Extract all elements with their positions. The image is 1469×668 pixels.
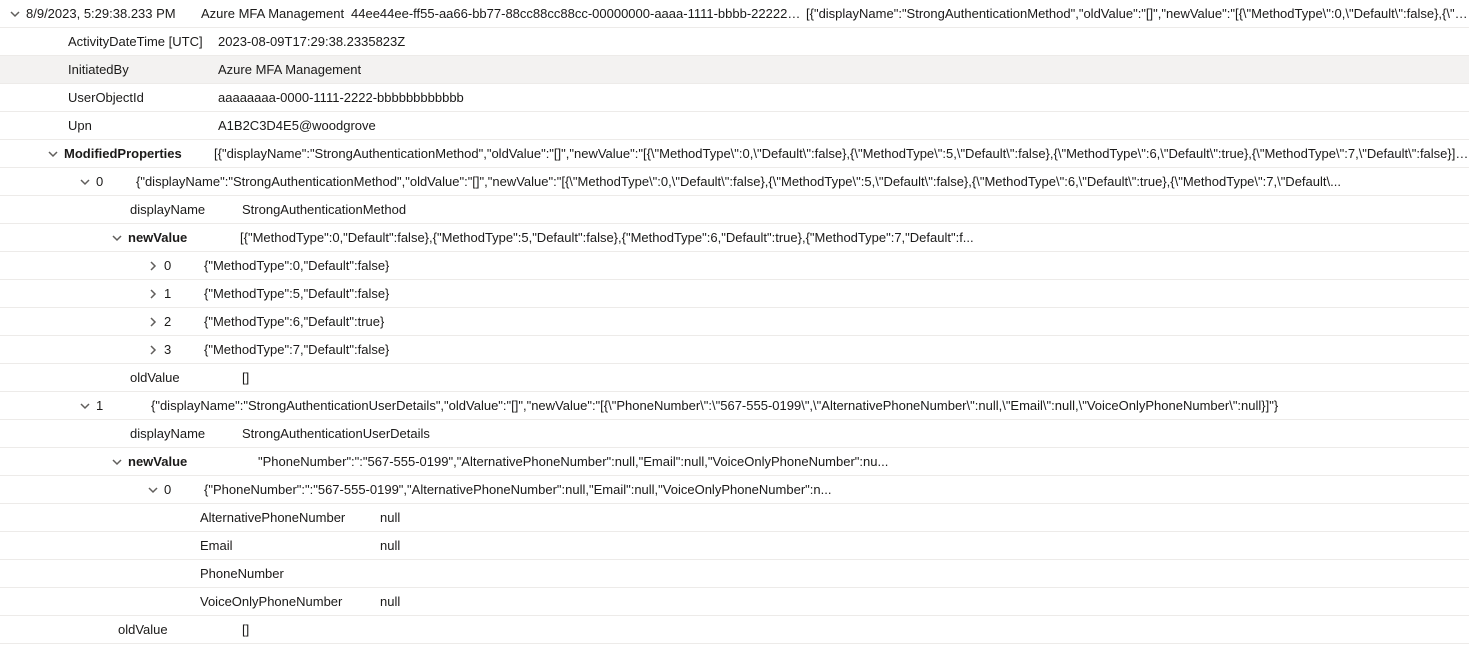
value: [] — [242, 370, 249, 385]
value: {"MethodType":0,"Default":false} — [204, 258, 389, 273]
label: newValue — [128, 454, 258, 469]
value: StrongAuthenticationMethod — [242, 202, 406, 217]
label: Email — [200, 538, 380, 553]
modified-properties-row[interactable]: ModifiedProperties [{"displayName":"Stro… — [0, 140, 1469, 168]
mp1-field-altphone: AlternativePhoneNumber null — [0, 504, 1469, 532]
chevron-right-icon[interactable] — [146, 315, 160, 329]
label: oldValue — [130, 370, 242, 385]
header-correlation-id: 44ee44ee-ff55-aa66-bb77-88cc88cc88cc-000… — [351, 6, 806, 21]
mp0-nv-item[interactable]: 0 {"MethodType":0,"Default":false} — [0, 252, 1469, 280]
chevron-down-icon[interactable] — [8, 7, 22, 21]
summary: {"displayName":"StrongAuthenticationMeth… — [136, 174, 1341, 189]
chevron-down-icon[interactable] — [46, 147, 60, 161]
mp0-nv-item[interactable]: 3 {"MethodType":7,"Default":false} — [0, 336, 1469, 364]
mp0-nv-item[interactable]: 2 {"MethodType":6,"Default":true} — [0, 308, 1469, 336]
chevron-down-icon[interactable] — [78, 175, 92, 189]
label: PhoneNumber — [200, 566, 380, 581]
mp1-field-phone: PhoneNumber — [0, 560, 1469, 588]
header-timestamp: 8/9/2023, 5:29:38.233 PM — [26, 6, 201, 21]
value: "PhoneNumber":":"567-555-0199","Alternat… — [258, 454, 888, 469]
summary: {"displayName":"StrongAuthenticationUser… — [151, 398, 1278, 413]
mp1-row[interactable]: 1 {"displayName":"StrongAuthenticationUs… — [0, 392, 1469, 420]
value: null — [380, 594, 400, 609]
value: null — [380, 538, 400, 553]
chevron-right-icon[interactable] — [146, 259, 160, 273]
mp0-row[interactable]: 0 {"displayName":"StrongAuthenticationMe… — [0, 168, 1469, 196]
label: VoiceOnlyPhoneNumber — [200, 594, 380, 609]
header-service: Azure MFA Management — [201, 6, 351, 21]
value: aaaaaaaa-0000-1111-2222-bbbbbbbbbbbb — [218, 90, 464, 105]
mp0-nv-item[interactable]: 1 {"MethodType":5,"Default":false} — [0, 280, 1469, 308]
mp1-field-voice: VoiceOnlyPhoneNumber null — [0, 588, 1469, 616]
index: 1 — [96, 398, 151, 413]
mp1-nv0-row[interactable]: 0 {"PhoneNumber":":"567-555-0199","Alter… — [0, 476, 1469, 504]
detail-row-upn: Upn A1B2C3D4E5@woodgrove — [0, 112, 1469, 140]
log-entry-header[interactable]: 8/9/2023, 5:29:38.233 PM Azure MFA Manag… — [0, 0, 1469, 28]
label: UserObjectId — [68, 90, 218, 105]
value: 2023-08-09T17:29:38.2335823Z — [218, 34, 405, 49]
value: StrongAuthenticationUserDetails — [242, 426, 430, 441]
label: InitiatedBy — [68, 62, 218, 77]
label: AlternativePhoneNumber — [200, 510, 380, 525]
value: [{"MethodType":0,"Default":false},{"Meth… — [240, 230, 974, 245]
index: 0 — [164, 482, 204, 497]
value: [] — [242, 622, 249, 637]
value: {"MethodType":7,"Default":false} — [204, 342, 389, 357]
value: {"MethodType":5,"Default":false} — [204, 286, 389, 301]
label: displayName — [130, 426, 242, 441]
index: 3 — [164, 342, 204, 357]
label: ActivityDateTime [UTC] — [68, 34, 218, 49]
detail-row-initiatedby: InitiatedBy Azure MFA Management — [0, 56, 1469, 84]
label: ModifiedProperties — [64, 146, 214, 161]
header-summary-json: [{"displayName":"StrongAuthenticationMet… — [806, 6, 1469, 21]
value: {"PhoneNumber":":"567-555-0199","Alterna… — [204, 482, 831, 497]
detail-row-activitydatetime: ActivityDateTime [UTC] 2023-08-09T17:29:… — [0, 28, 1469, 56]
value: Azure MFA Management — [218, 62, 361, 77]
mp0-newvalue-row[interactable]: newValue [{"MethodType":0,"Default":fals… — [0, 224, 1469, 252]
value: [{"displayName":"StrongAuthenticationMet… — [214, 146, 1469, 161]
label: oldValue — [118, 622, 242, 637]
value: A1B2C3D4E5@woodgrove — [218, 118, 376, 133]
index: 0 — [164, 258, 204, 273]
label: newValue — [128, 230, 240, 245]
chevron-down-icon[interactable] — [78, 399, 92, 413]
mp1-field-email: Email null — [0, 532, 1469, 560]
value: null — [380, 510, 400, 525]
index: 2 — [164, 314, 204, 329]
chevron-right-icon[interactable] — [146, 343, 160, 357]
label: Upn — [68, 118, 218, 133]
mp0-displayname-row: displayName StrongAuthenticationMethod — [0, 196, 1469, 224]
chevron-down-icon[interactable] — [110, 231, 124, 245]
mp1-displayname-row: displayName StrongAuthenticationUserDeta… — [0, 420, 1469, 448]
chevron-down-icon[interactable] — [110, 455, 124, 469]
index: 1 — [164, 286, 204, 301]
chevron-down-icon[interactable] — [146, 483, 160, 497]
chevron-right-icon[interactable] — [146, 287, 160, 301]
mp1-newvalue-row[interactable]: newValue "PhoneNumber":":"567-555-0199",… — [0, 448, 1469, 476]
index: 0 — [96, 174, 136, 189]
label: displayName — [130, 202, 242, 217]
value: {"MethodType":6,"Default":true} — [204, 314, 384, 329]
mp0-oldvalue-row: oldValue [] — [0, 364, 1469, 392]
mp1-oldvalue-row: oldValue [] — [0, 616, 1469, 644]
detail-row-userobjectid: UserObjectId aaaaaaaa-0000-1111-2222-bbb… — [0, 84, 1469, 112]
